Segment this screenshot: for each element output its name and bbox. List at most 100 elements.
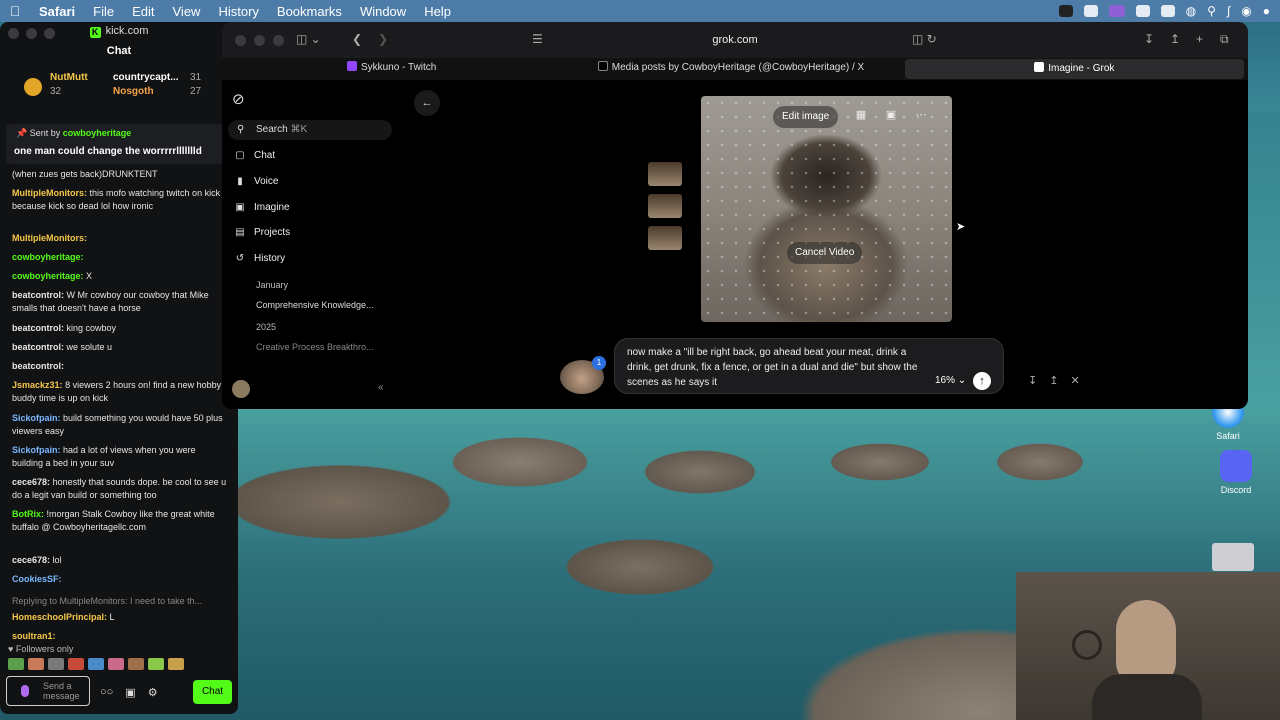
sidebar-toggle-icon[interactable]: ◫ ⌄: [296, 32, 321, 46]
progress-dropdown[interactable]: 16% ⌄: [935, 375, 966, 386]
chat-message[interactable]: beatcontrol: we solute u: [12, 341, 227, 354]
close-icon[interactable]: ✕: [1070, 374, 1079, 387]
chat-message[interactable]: Jsmackz31: 8 viewers 2 hours on! find a …: [12, 379, 227, 405]
chat-username[interactable]: CookiesSF:: [12, 574, 62, 584]
chat-username[interactable]: HomeschoolPrincipal:: [12, 612, 107, 622]
video-icon[interactable]: ▦: [851, 108, 871, 121]
chat-username[interactable]: cece678:: [12, 477, 50, 487]
menu-help[interactable]: Help: [415, 4, 460, 19]
chat-message[interactable]: Sickofpain: had a lot of views when you …: [12, 444, 227, 470]
chat-username[interactable]: MultipleMonitors:: [12, 233, 87, 243]
zoom-button[interactable]: [273, 35, 284, 46]
chat-message[interactable]: cece678: honestly that sounds dope. be c…: [12, 476, 227, 502]
control-center-icon[interactable]: ◉: [1241, 4, 1251, 18]
pinned-message[interactable]: 📌 Sent by cowboyheritage one man could c…: [6, 124, 232, 164]
emote-icon[interactable]: [8, 658, 24, 670]
grok-logo-icon[interactable]: ⊘: [232, 90, 245, 108]
menu-edit[interactable]: Edit: [123, 4, 163, 19]
tab-overview-icon[interactable]: ⧉: [1220, 32, 1229, 47]
chat-message[interactable]: MultipleMonitors:: [12, 232, 227, 245]
emote-icon[interactable]: [108, 658, 124, 670]
chat-message[interactable]: cece678: lol: [12, 554, 227, 567]
share-icon[interactable]: ↥: [1170, 32, 1180, 46]
history-item[interactable]: Creative Process Breakthro...: [256, 342, 374, 352]
siri-icon[interactable]: ●: [1263, 4, 1270, 18]
chat-username[interactable]: beatcontrol:: [12, 342, 64, 352]
nav-history[interactable]: ↺ History: [234, 253, 285, 264]
chat-message[interactable]: Replying to MultipleMonitors: I need to …: [12, 595, 227, 608]
menu-app-name[interactable]: Safari: [30, 4, 84, 19]
avatar[interactable]: [232, 380, 250, 398]
minimize-button[interactable]: [254, 35, 265, 46]
wifi-icon[interactable]: ◍: [1186, 4, 1196, 18]
chat-message[interactable]: HomeschoolPrincipal: L: [12, 611, 227, 624]
chat-username[interactable]: Sickofpain:: [12, 445, 61, 455]
pinned-user[interactable]: cowboyheritage: [63, 128, 132, 138]
chat-username[interactable]: Sickofpain:: [12, 413, 61, 423]
new-tab-icon[interactable]: +: [1196, 32, 1203, 46]
search-icon[interactable]: ⚲: [1207, 4, 1216, 18]
collapse-sidebar-icon[interactable]: «: [378, 382, 384, 393]
mic-icon[interactable]: [21, 685, 29, 697]
emote-icon[interactable]: [128, 658, 144, 670]
history-item[interactable]: Comprehensive Knowledge...: [256, 300, 374, 310]
chat-username[interactable]: soultran1:: [12, 631, 56, 641]
chat-message[interactable]: Sickofpain: build something you would ha…: [12, 412, 227, 438]
chat-username[interactable]: beatcontrol:: [12, 290, 64, 300]
status-app-icon[interactable]: [1058, 5, 1073, 17]
chat-message[interactable]: BotRix: !morgan Stalk Cowboy like the gr…: [12, 508, 227, 547]
chat-username[interactable]: cowboyheritage:: [12, 271, 84, 281]
nav-projects[interactable]: ▤ Projects: [234, 227, 290, 238]
chat-send-button[interactable]: Chat: [193, 680, 232, 704]
address-bar[interactable]: grok.com: [522, 29, 948, 51]
apple-icon[interactable]: : [0, 3, 30, 19]
reader-icon[interactable]: ◫ ↻: [912, 32, 937, 46]
chat-username[interactable]: beatcontrol:: [12, 361, 64, 371]
folder-icon[interactable]: [1212, 543, 1254, 571]
menu-view[interactable]: View: [164, 4, 210, 19]
settings-icon[interactable]: ⚙: [148, 686, 158, 699]
chat-username[interactable]: Jsmackz31:: [12, 380, 63, 390]
image-icon[interactable]: ▣: [881, 108, 901, 121]
status-window-icon[interactable]: [1160, 5, 1175, 17]
nav-chat[interactable]: ▢ Chat: [234, 150, 275, 161]
bluetooth-icon[interactable]: ∫: [1227, 4, 1230, 18]
desktop-icon-discord[interactable]: Discord: [1220, 450, 1252, 495]
send-button[interactable]: ↑: [973, 372, 991, 390]
chat-username[interactable]: cowboyheritage:: [12, 252, 84, 262]
nav-voice[interactable]: ▮ Voice: [234, 176, 278, 187]
status-recording-icon[interactable]: [1108, 5, 1125, 17]
tab-twitch[interactable]: Sykkuno - Twitch: [222, 58, 561, 80]
chat-message[interactable]: beatcontrol:: [12, 360, 227, 373]
chat-message[interactable]: soultran1:: [12, 630, 227, 643]
forward-arrow-icon[interactable]: ❯: [378, 32, 388, 46]
chat-username[interactable]: MultipleMonitors:: [12, 188, 87, 198]
status-cloud-icon[interactable]: [1083, 5, 1098, 17]
chat-message[interactable]: MultipleMonitors: this mofo watching twi…: [12, 187, 227, 226]
tab-grok[interactable]: Imagine - Grok: [904, 59, 1244, 79]
status-grid-icon[interactable]: [1135, 5, 1150, 17]
menu-window[interactable]: Window: [351, 4, 415, 19]
prompt-input[interactable]: now make a "ill be right back, go ahead …: [627, 345, 927, 390]
back-button[interactable]: ←: [414, 90, 440, 116]
more-icon[interactable]: ⋯: [911, 108, 931, 121]
edit-image-button[interactable]: Edit image: [773, 106, 839, 128]
chat-message[interactable]: cowboyheritage:: [12, 251, 227, 264]
emote-icon[interactable]: [148, 658, 164, 670]
chat-message[interactable]: (when zues gets back)DRUNKTENT: [12, 168, 227, 181]
cancel-video-button[interactable]: Cancel Video: [787, 242, 863, 264]
chat-message[interactable]: cowboyheritage: X: [12, 270, 227, 283]
emote-icon[interactable]: [28, 658, 44, 670]
avatar[interactable]: 1: [560, 356, 606, 394]
chat-message[interactable]: beatcontrol: king cowboy: [12, 322, 227, 335]
menu-file[interactable]: File: [84, 4, 123, 19]
close-button[interactable]: [235, 35, 246, 46]
emote-icon[interactable]: [168, 658, 184, 670]
download-icon[interactable]: ↧: [1144, 32, 1154, 46]
thumbnail[interactable]: [648, 194, 682, 218]
emote-icon[interactable]: [88, 658, 104, 670]
chat-username[interactable]: BotRix:: [12, 509, 44, 519]
menu-history[interactable]: History: [209, 4, 267, 19]
search-input[interactable]: ⚲ Search ⌘K: [228, 120, 392, 140]
thumbnail[interactable]: [648, 226, 682, 250]
